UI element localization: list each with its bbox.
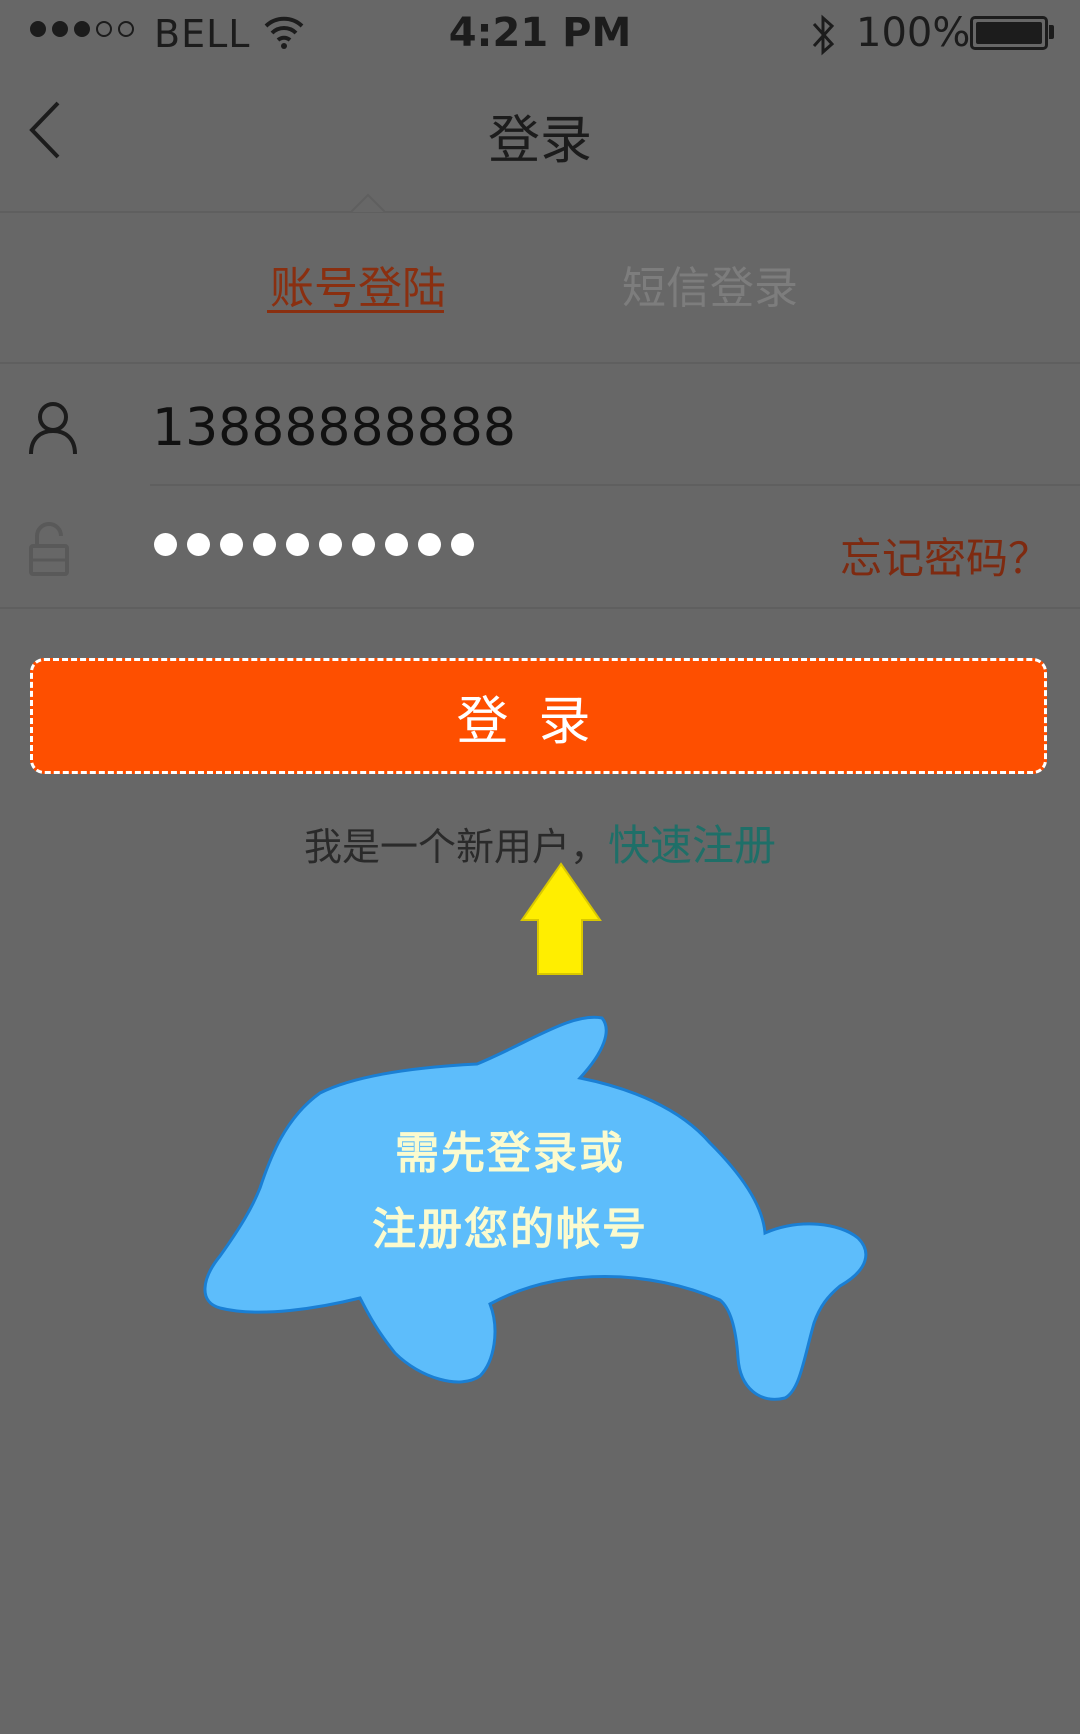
password-mask-dot [220,533,243,556]
arrow-up-icon [520,862,602,980]
lock-icon [28,522,72,582]
account-input[interactable]: 13888888888 [152,398,516,458]
status-bar: BELL 4:21 PM 100% [0,0,1080,70]
battery-icon [970,16,1048,50]
page-title: 登录 [487,111,592,171]
password-mask-dot [286,533,309,556]
password-input[interactable] [154,533,474,556]
password-mask-dot [385,533,408,556]
tab-active-indicator [267,310,444,313]
battery-percent: 100% [856,10,971,56]
password-mask-dot [418,533,441,556]
field-divider [150,484,1080,486]
password-mask-dot [319,533,342,556]
tab-pointer-icon [350,193,386,217]
login-button[interactable]: 登录 [30,658,1047,774]
password-mask-dot [352,533,375,556]
password-mask-dot [154,533,177,556]
user-icon [28,400,78,460]
callout-line-2: 注册您的帐号 [372,1204,648,1255]
password-mask-dot [187,533,210,556]
quick-register-link[interactable]: 快速注册 [608,821,776,870]
form-divider [0,607,1080,609]
tab-sms-login[interactable]: 短信登录 [622,252,798,316]
bluetooth-icon [808,12,838,67]
tabs-divider [0,362,1080,364]
forgot-password-link[interactable]: 忘记密码？ [840,525,1050,586]
password-mask-dot [253,533,276,556]
battery-tip [1049,25,1054,39]
password-mask-dot [451,533,474,556]
tab-account-login[interactable]: 账号登陆 [270,252,446,316]
nav-divider [0,211,1080,213]
callout-line-1: 需先登录或 [395,1128,625,1179]
